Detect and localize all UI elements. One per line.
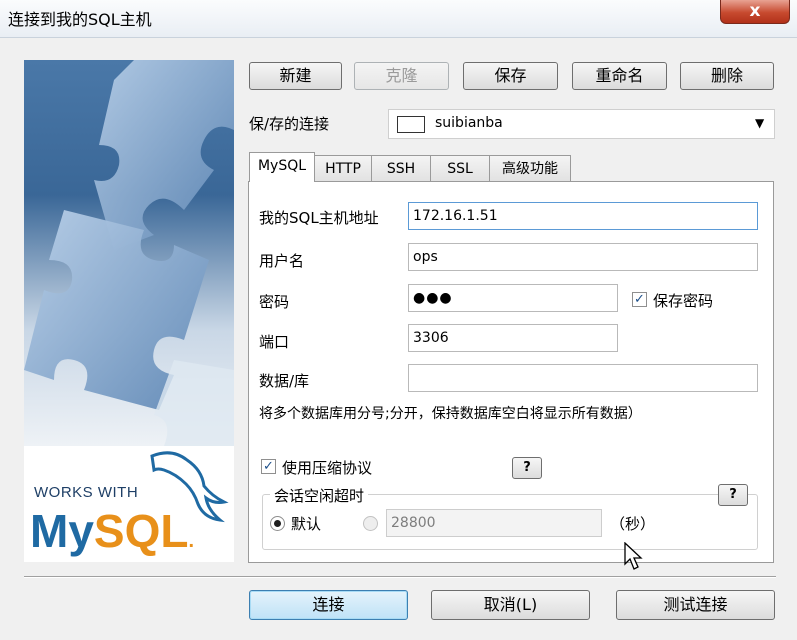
idle-unit-label: （秒）	[610, 515, 656, 533]
works-with-text: WORKS WITH	[34, 484, 139, 501]
port-label: 端口	[259, 333, 290, 351]
cancel-button[interactable]: 取消(L)	[431, 590, 590, 620]
test-connection-button[interactable]: 测试连接	[616, 590, 775, 620]
mysql-logo-text: MySQL.	[30, 505, 195, 557]
database-label: 数据/库	[259, 372, 310, 390]
save-password-checkbox[interactable]: ✓	[632, 292, 647, 307]
idle-timeout-label: 会话空闲超时	[270, 485, 369, 506]
puzzle-banner-image	[24, 60, 234, 446]
save-button[interactable]: 保存	[463, 62, 558, 90]
idle-default-radio[interactable]	[270, 516, 285, 531]
host-input[interactable]: 172.16.1.51	[408, 202, 758, 230]
database-hint: 将多个数据库用分号;分开，保持数据库空白将显示所有数据）	[259, 406, 642, 422]
title-bar: 连接到我的SQL主机 x	[0, 0, 797, 38]
port-input[interactable]: 3306	[408, 324, 618, 352]
connect-button[interactable]: 连接	[249, 590, 408, 620]
close-button[interactable]: x	[720, 0, 790, 24]
compression-checkbox[interactable]: ✓	[261, 459, 276, 474]
delete-button[interactable]: 删除	[680, 62, 774, 90]
password-label: 密码	[259, 293, 290, 311]
idle-timeout-help-button[interactable]: ?	[718, 484, 748, 506]
close-icon: x	[749, 1, 761, 21]
compression-label: 使用压缩协议	[282, 459, 373, 477]
saved-connection-value: suibianba	[435, 115, 503, 131]
new-button[interactable]: 新建	[249, 62, 342, 90]
tab-ssl[interactable]: SSL	[430, 155, 490, 181]
idle-custom-radio[interactable]	[363, 516, 378, 531]
user-input[interactable]: ops	[408, 243, 758, 271]
puzzle-pieces-graphic	[24, 60, 234, 446]
idle-timeout-input[interactable]: 28800	[386, 509, 602, 537]
tab-mysql[interactable]: MySQL	[249, 152, 315, 182]
saved-connection-select[interactable]: suibianba ▼	[388, 109, 775, 139]
password-input[interactable]: ●●●	[408, 284, 618, 312]
tab-advanced[interactable]: 高级功能	[489, 155, 571, 181]
connection-color-swatch	[397, 116, 425, 133]
compression-help-button[interactable]: ?	[512, 457, 542, 479]
mysql-logo-panel: WORKS WITH MySQL.	[24, 446, 234, 562]
clone-button[interactable]: 克隆	[354, 62, 449, 90]
saved-connection-label: 保/存的连接	[249, 115, 330, 133]
footer-separator	[24, 576, 776, 578]
user-label: 用户名	[259, 252, 305, 270]
database-input[interactable]	[408, 364, 758, 392]
window-title: 连接到我的SQL主机	[8, 10, 152, 29]
tab-http[interactable]: HTTP	[314, 155, 372, 181]
idle-default-label: 默认	[291, 515, 322, 533]
tab-ssh[interactable]: SSH	[371, 155, 431, 181]
mouse-cursor-icon	[624, 542, 643, 570]
save-password-label: 保存密码	[653, 292, 714, 310]
chevron-down-icon[interactable]: ▼	[755, 116, 764, 130]
rename-button[interactable]: 重命名	[572, 62, 667, 90]
host-label: 我的SQL主机地址	[259, 209, 379, 227]
